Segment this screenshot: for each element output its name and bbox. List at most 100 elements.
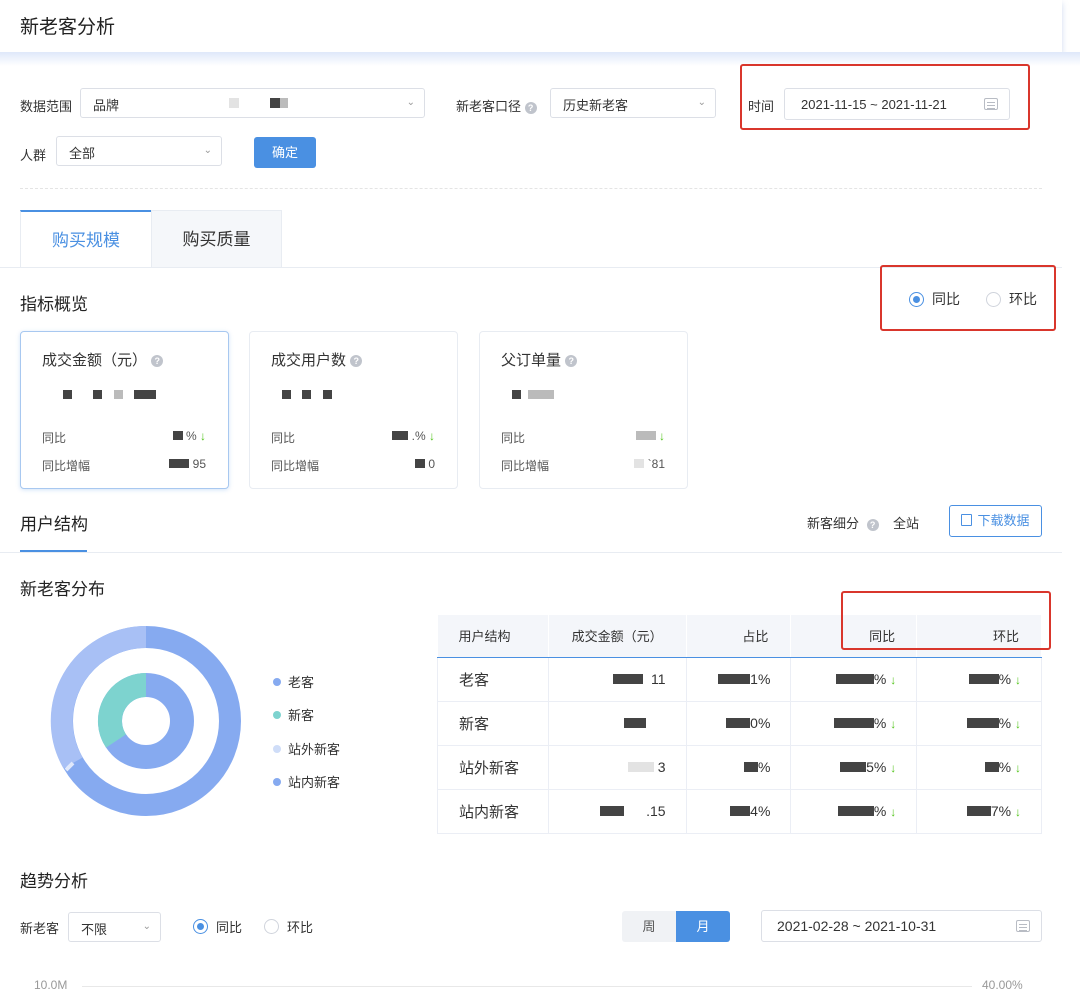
chevron-down-icon: ⌄	[697, 97, 706, 108]
legend-label: 新客	[288, 708, 315, 723]
trend-filter-select[interactable]: 不限 ⌄	[68, 912, 161, 942]
metric-card-users[interactable]: 成交用户数 ? 同比 .% ↓ 同比增幅 0	[249, 331, 458, 489]
row-amount: 11	[547, 656, 687, 702]
masked-value	[270, 98, 280, 108]
masked-value	[635, 431, 656, 440]
chevron-down-icon: ⌄	[406, 97, 415, 108]
masked-value	[623, 718, 646, 728]
confirm-button[interactable]: 确定	[254, 137, 316, 168]
help-icon[interactable]: ?	[350, 355, 363, 368]
metric-row-label: 同比增幅	[271, 459, 320, 473]
download-button[interactable]: 下载数据	[949, 505, 1042, 537]
share-tail: 1%	[750, 671, 771, 687]
help-icon[interactable]: ?	[151, 355, 164, 368]
highlight-box	[841, 591, 1051, 650]
legend-label: 老客	[288, 675, 315, 690]
masked-value	[114, 390, 123, 399]
distribution-title: 新老客分布	[20, 580, 105, 599]
row-amount	[547, 700, 687, 746]
row-yoy: % ↓	[790, 656, 918, 702]
masked-value	[730, 806, 751, 816]
masked-value	[833, 718, 874, 728]
segment-value[interactable]: 全站	[893, 513, 919, 532]
metric-row-label: 同比增幅	[501, 459, 550, 473]
download-icon	[961, 514, 973, 526]
row-share: 1%	[685, 656, 792, 702]
metric-title: 成交用户数 ?	[271, 349, 363, 370]
tab-purchase-quality[interactable]: 购买质量	[151, 210, 282, 268]
masked-value	[323, 390, 332, 399]
table-row: 老客 11 1% % ↓ % ↓	[437, 656, 1042, 702]
row-amount: .15	[547, 788, 687, 834]
help-icon[interactable]: ?	[866, 518, 879, 531]
arrow-down-icon: ↓	[1015, 805, 1021, 819]
overview-title: 指标概览	[20, 295, 88, 314]
share-tail: 0%	[750, 715, 771, 731]
metric-row-label: 同比增幅	[42, 459, 91, 473]
masked-value	[984, 762, 999, 772]
masked-value	[634, 459, 645, 468]
trend-filter-label: 新老客	[20, 921, 60, 936]
radio-on-icon	[193, 919, 208, 934]
arrow-down-icon: ↓	[890, 805, 897, 819]
masked-value	[229, 98, 239, 108]
masked-value	[93, 390, 102, 399]
help-icon[interactable]: ?	[524, 101, 537, 114]
crowd-select[interactable]: 全部 ⌄	[56, 136, 222, 166]
help-icon[interactable]: ?	[565, 355, 578, 368]
masked-value	[837, 806, 874, 816]
legend-item[interactable]: 站外新客	[273, 739, 340, 758]
month-toggle[interactable]: 月	[676, 911, 730, 942]
masked-value	[600, 806, 625, 816]
week-toggle[interactable]: 周	[622, 911, 676, 942]
metric-growth-tail: 95	[192, 457, 206, 471]
highlight-box	[740, 64, 1030, 130]
masked-value	[613, 674, 643, 684]
crowd-value: 全部	[69, 146, 96, 161]
trend-date-picker[interactable]: 2021-02-28 ~ 2021-10-31	[761, 910, 1042, 942]
masked-value	[835, 674, 874, 684]
metric-title-text: 父订单量	[501, 352, 562, 369]
arrow-down-icon: ↓	[890, 761, 897, 775]
arrow-down-icon: ↓	[1015, 673, 1021, 687]
masked-value	[169, 459, 190, 468]
donut-chart	[50, 625, 241, 816]
divider	[0, 552, 1062, 553]
mom-tail: %	[998, 759, 1012, 775]
row-name: 站外新客	[437, 744, 549, 790]
legend-dot	[273, 744, 281, 753]
metric-card-orders[interactable]: 父订单量 ? 同比 ↓ 同比增幅 `81	[479, 331, 688, 489]
tab-purchase-scale[interactable]: 购买规模	[20, 210, 151, 268]
arrow-down-icon: ↓	[1015, 761, 1021, 775]
highlight-box	[880, 265, 1056, 331]
metric-yoy-value: ↓	[635, 429, 665, 443]
masked-value	[743, 762, 758, 772]
legend-item[interactable]: 站内新客	[273, 772, 340, 791]
table-row: 站内新客 .15 4% % ↓ 7% ↓	[437, 788, 1042, 834]
calendar-icon	[1016, 920, 1030, 932]
data-range-label: 数据范围	[20, 99, 73, 114]
arrow-down-icon: ↓	[200, 429, 206, 443]
radio-mom-label: 环比	[287, 920, 314, 935]
legend-dot	[273, 710, 281, 719]
trend-radio-mom[interactable]: 环比	[264, 917, 313, 936]
row-mom: % ↓	[916, 656, 1042, 702]
grid-line	[82, 986, 972, 987]
metric-card-amount[interactable]: 成交金额（元） ? 同比 % ↓ 同比增幅 95	[20, 331, 229, 489]
trend-radio-yoy[interactable]: 同比	[193, 917, 242, 936]
legend-item[interactable]: 老客	[273, 672, 314, 691]
legend-label: 站外新客	[288, 742, 341, 757]
legend-item[interactable]: 新客	[273, 705, 314, 724]
metric-title-text: 成交用户数	[271, 352, 347, 369]
row-name: 新客	[437, 700, 549, 746]
masked-value	[512, 390, 521, 399]
arrow-down-icon: ↓	[1015, 717, 1021, 731]
metric-growth-tail: 0	[428, 457, 435, 471]
yoy-tail: %	[873, 715, 887, 731]
data-range-value: 品牌	[93, 98, 120, 113]
caliber-select[interactable]: 历史新老客 ⌄	[550, 88, 716, 118]
row-mom: % ↓	[916, 744, 1042, 790]
metric-growth-value: 0	[414, 457, 435, 471]
data-range-select[interactable]: 品牌 ⌄	[80, 88, 425, 118]
metric-title: 父订单量 ?	[501, 349, 578, 370]
